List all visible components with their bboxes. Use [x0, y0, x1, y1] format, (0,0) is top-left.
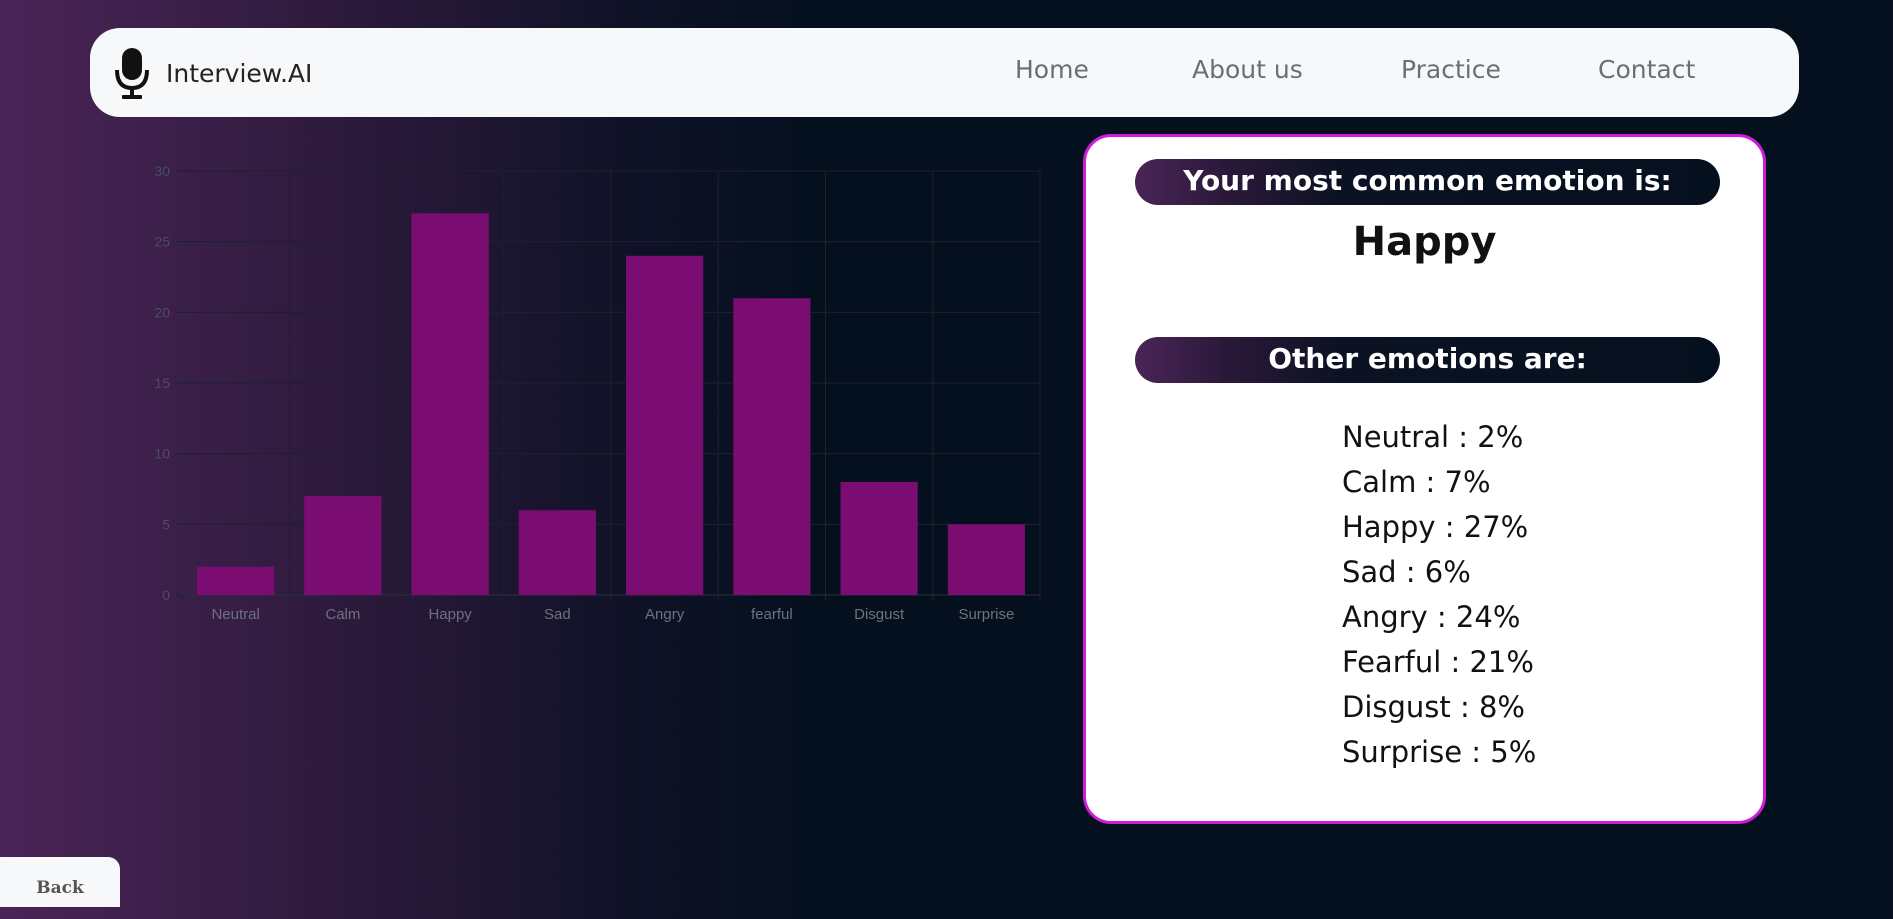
- bar-calm: [304, 496, 382, 595]
- emotion-item-fearful: Fearful : 21%: [1342, 645, 1534, 679]
- chart-svg: 0 5 10 15 20 25 30 Neutral Calm Happy Sad Angry fear…: [154, 163, 1041, 623]
- navbar: Interview.AI Home About us Practice Cont…: [90, 28, 1799, 117]
- emotion-list: Neutral : 2% Calm : 7% Happy : 27% Sad :…: [1342, 415, 1536, 775]
- nav-contact[interactable]: Contact: [1598, 55, 1695, 84]
- results-panel: Your most common emotion is: Happy Other…: [1083, 134, 1766, 824]
- y-tick-label: 15: [154, 375, 170, 391]
- x-tick-label: Neutral: [211, 606, 259, 623]
- emotion-item-angry: Angry : 24%: [1342, 600, 1521, 634]
- nav-about-us[interactable]: About us: [1192, 55, 1303, 84]
- brand-name: Interview.AI: [166, 58, 313, 88]
- brand[interactable]: Interview.AI: [114, 46, 312, 100]
- bar-sad: [518, 510, 596, 595]
- microphone-icon: [115, 48, 149, 99]
- y-tick-label: 0: [162, 587, 170, 603]
- x-tick-label: Angry: [645, 606, 685, 623]
- x-tick-label: Happy: [428, 606, 472, 623]
- bar-fearful: [733, 298, 811, 595]
- bar-happy: [411, 213, 489, 595]
- x-tick-label: Surprise: [958, 606, 1014, 623]
- back-button[interactable]: Back: [0, 857, 120, 907]
- emotion-item-disgust: Disgust : 8%: [1342, 690, 1525, 724]
- bar-angry: [626, 255, 704, 596]
- y-tick-label: 30: [154, 163, 170, 179]
- emotion-item-surprise: Surprise : 5%: [1342, 735, 1537, 769]
- x-tick-label: fearful: [751, 606, 793, 623]
- x-tick-label: Disgust: [854, 606, 905, 623]
- most-common-heading: Your most common emotion is:: [1135, 159, 1720, 205]
- emotion-item-calm: Calm : 7%: [1342, 465, 1491, 499]
- emotion-bar-chart: 0 5 10 15 20 25 30 Neutral Calm Happy Sad Angry fear…: [120, 150, 1055, 630]
- bar-surprise: [947, 524, 1025, 595]
- other-emotions-heading: Other emotions are:: [1135, 337, 1720, 383]
- bar-disgust: [840, 481, 918, 595]
- nav-home[interactable]: Home: [1015, 55, 1089, 84]
- x-tick-label: Calm: [325, 606, 360, 623]
- bar-neutral: [197, 566, 275, 595]
- x-tick-label: Sad: [544, 606, 571, 623]
- emotion-item-happy: Happy : 27%: [1342, 510, 1529, 544]
- y-tick-label: 10: [154, 446, 170, 462]
- emotion-item-neutral: Neutral : 2%: [1342, 420, 1524, 454]
- y-tick-label: 20: [154, 304, 170, 320]
- emotion-item-sad: Sad : 6%: [1342, 555, 1471, 589]
- y-tick-label: 25: [154, 234, 170, 250]
- most-common-emotion: Happy: [1352, 219, 1497, 265]
- y-tick-label: 5: [162, 516, 170, 532]
- nav-practice[interactable]: Practice: [1401, 55, 1501, 84]
